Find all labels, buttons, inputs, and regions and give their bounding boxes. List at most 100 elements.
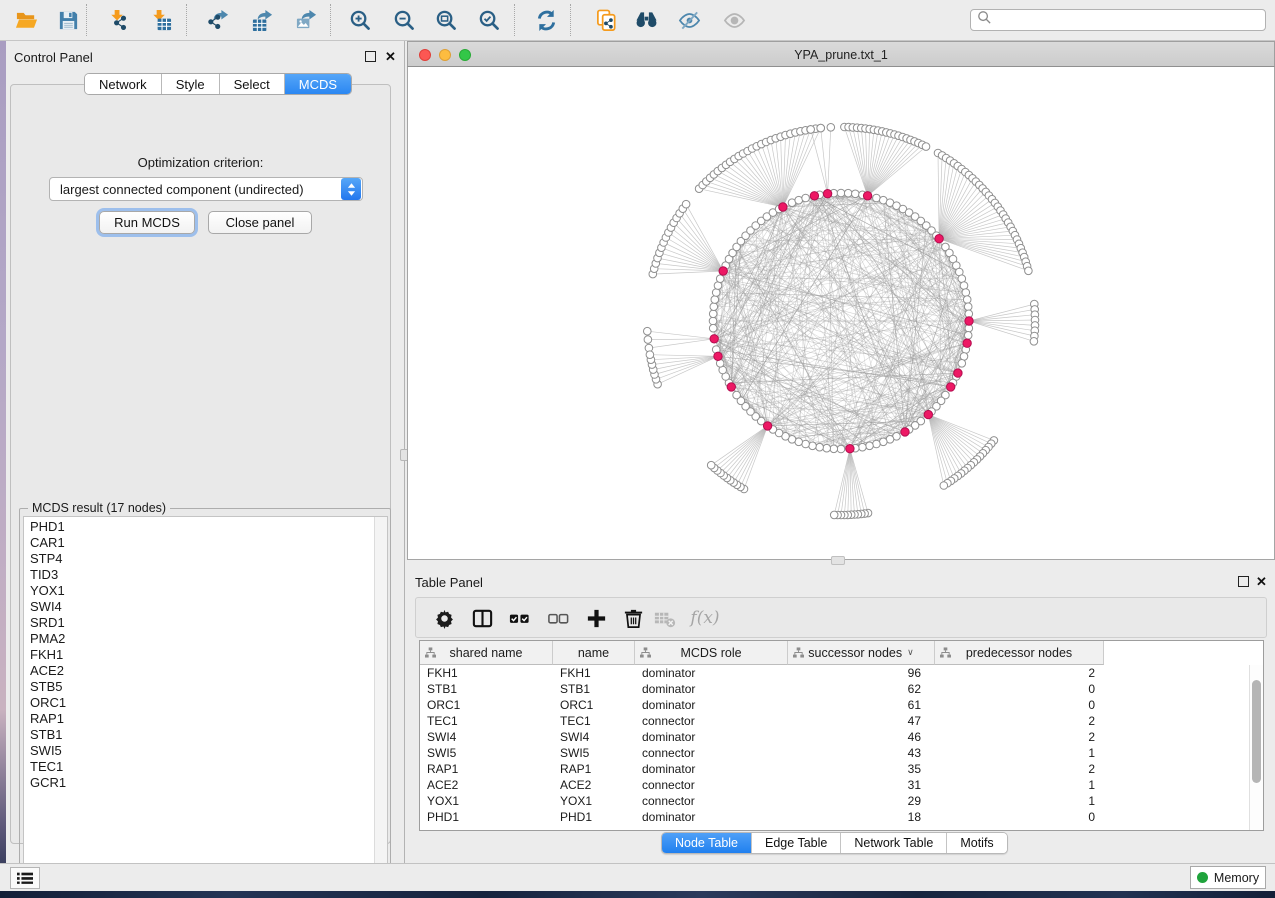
mcds-node-item[interactable]: RAP1 xyxy=(24,711,387,727)
network-window-titlebar: YPA_prune.txt_1 xyxy=(407,41,1275,67)
run-mcds-button[interactable]: Run MCDS xyxy=(99,211,195,234)
table-row[interactable]: FKH1FKH1dominator962 xyxy=(420,665,1249,681)
table-panel-divider-handle[interactable] xyxy=(831,556,845,565)
table-panel-titlebar: Table Panel ✕ xyxy=(407,566,1275,596)
delete-columns-icon[interactable] xyxy=(617,602,649,634)
mcds-node-item[interactable]: YOX1 xyxy=(24,583,387,599)
save-session-icon[interactable] xyxy=(50,3,86,37)
mcds-node-item[interactable]: GCR1 xyxy=(24,775,387,791)
node-table-header: shared namenameMCDS rolesuccessor nodes∨… xyxy=(420,641,1104,665)
node-table-scrollbar[interactable] xyxy=(1249,665,1263,830)
mcds-node-item[interactable]: ORC1 xyxy=(24,695,387,711)
select-all-rows-icon[interactable] xyxy=(503,602,535,634)
mcds-node-item[interactable]: CAR1 xyxy=(24,535,387,551)
float-panel-icon[interactable] xyxy=(365,51,376,62)
close-panel-icon[interactable]: ✕ xyxy=(385,49,396,65)
mcds-node-item[interactable]: STP4 xyxy=(24,551,387,567)
tab-motifs[interactable]: Motifs xyxy=(947,833,1006,853)
tab-network[interactable]: Network xyxy=(85,74,162,94)
tab-edge-table[interactable]: Edge Table xyxy=(752,833,841,853)
search-input[interactable] xyxy=(992,11,1265,29)
hide-selected-icon[interactable] xyxy=(671,3,707,37)
tab-node-table[interactable]: Node Table xyxy=(662,833,752,853)
mcds-node-item[interactable]: STB1 xyxy=(24,727,387,743)
table-cell: dominator xyxy=(635,809,788,825)
show-all-icon xyxy=(716,3,752,37)
column-header-successor-nodes[interactable]: successor nodes∨ xyxy=(788,641,935,665)
mcds-node-item[interactable]: TEC1 xyxy=(24,759,387,775)
mcds-node-item[interactable]: SWI4 xyxy=(24,599,387,615)
column-header-shared-name[interactable]: shared name xyxy=(420,641,553,665)
mcds-list-scrollbar[interactable] xyxy=(374,517,387,876)
scrollbar-thumb[interactable] xyxy=(1252,680,1261,783)
network-canvas[interactable] xyxy=(407,67,1275,560)
toolbar-separator xyxy=(514,4,515,36)
table-row[interactable]: SWI4SWI4dominator462 xyxy=(420,729,1249,745)
table-row[interactable]: STB1STB1dominator620 xyxy=(420,681,1249,697)
table-row[interactable]: ACE2ACE2connector311 xyxy=(420,777,1249,793)
tab-select[interactable]: Select xyxy=(220,74,285,94)
mcds-node-item[interactable]: FKH1 xyxy=(24,647,387,663)
export-network-icon[interactable] xyxy=(200,3,236,37)
table-row[interactable]: SWI5SWI5connector431 xyxy=(420,745,1249,761)
search-field[interactable] xyxy=(970,9,1266,31)
export-image-icon[interactable] xyxy=(288,3,324,37)
mcds-result-list[interactable]: PHD1CAR1STP4TID3YOX1SWI4SRD1PMA2FKH1ACE2… xyxy=(23,516,388,877)
export-table-icon[interactable] xyxy=(244,3,280,37)
zoom-in-icon[interactable] xyxy=(342,3,378,37)
column-header-MCDS-role[interactable]: MCDS role xyxy=(635,641,788,665)
table-row[interactable]: RAP1RAP1dominator352 xyxy=(420,761,1249,777)
table-cell: STB1 xyxy=(553,681,635,697)
tab-style[interactable]: Style xyxy=(162,74,220,94)
mcds-node-item[interactable]: TID3 xyxy=(24,567,387,583)
zoom-out-icon[interactable] xyxy=(386,3,422,37)
table-row[interactable]: YOX1YOX1connector291 xyxy=(420,793,1249,809)
mcds-node-item[interactable]: PMA2 xyxy=(24,631,387,647)
table-cell: dominator xyxy=(635,665,788,681)
tab-mcds[interactable]: MCDS xyxy=(285,74,351,94)
network-from-selection-icon[interactable] xyxy=(588,3,624,37)
table-cell: dominator xyxy=(635,761,788,777)
mcds-node-item[interactable]: ACE2 xyxy=(24,663,387,679)
mcds-node-item[interactable]: SRD1 xyxy=(24,615,387,631)
close-panel-button[interactable]: Close panel xyxy=(208,211,312,234)
table-cell: ACE2 xyxy=(553,777,635,793)
table-cell: 47 xyxy=(788,713,935,729)
memory-button[interactable]: Memory xyxy=(1190,866,1266,889)
table-cell: 2 xyxy=(935,761,1104,777)
float-table-panel-icon[interactable] xyxy=(1238,576,1249,587)
table-cell: 0 xyxy=(935,809,1104,825)
table-row[interactable]: PHD1PHD1dominator180 xyxy=(420,809,1249,825)
apply-layout-icon[interactable] xyxy=(528,3,564,37)
import-table-icon[interactable] xyxy=(142,3,178,37)
table-cell: 2 xyxy=(935,713,1104,729)
table-cell: dominator xyxy=(635,729,788,745)
table-cell: STB1 xyxy=(420,681,553,697)
table-cell: ORC1 xyxy=(420,697,553,713)
mcds-node-item[interactable]: SWI5 xyxy=(24,743,387,759)
search-icon xyxy=(977,10,992,30)
table-row[interactable]: ORC1ORC1dominator610 xyxy=(420,697,1249,713)
optimization-criterion-dropdown[interactable]: largest connected component (undirected) xyxy=(49,177,363,201)
first-neighbors-icon[interactable] xyxy=(628,3,664,37)
show-columns-icon[interactable] xyxy=(466,602,498,634)
mcds-node-item[interactable]: PHD1 xyxy=(24,519,387,535)
import-network-icon[interactable] xyxy=(100,3,136,37)
column-header-name[interactable]: name xyxy=(553,641,635,665)
create-column-icon[interactable] xyxy=(580,602,612,634)
mcds-node-item[interactable]: STB5 xyxy=(24,679,387,695)
close-table-panel-icon[interactable]: ✕ xyxy=(1256,574,1267,590)
zoom-selected-icon[interactable] xyxy=(471,3,507,37)
deselect-all-rows-icon[interactable] xyxy=(542,602,574,634)
table-row[interactable]: TEC1TEC1connector472 xyxy=(420,713,1249,729)
open-session-icon[interactable] xyxy=(8,3,44,37)
zoom-fit-icon[interactable] xyxy=(428,3,464,37)
table-cell: SWI4 xyxy=(420,729,553,745)
table-mode-gear-icon[interactable] xyxy=(428,602,460,634)
column-header-predecessor-nodes[interactable]: predecessor nodes xyxy=(935,641,1104,665)
optimization-criterion-label: Optimization criterion: xyxy=(11,155,390,170)
table-cell: 0 xyxy=(935,697,1104,713)
task-history-button[interactable] xyxy=(10,867,40,889)
delete-table-icon xyxy=(648,602,680,634)
tab-network-table[interactable]: Network Table xyxy=(841,833,947,853)
